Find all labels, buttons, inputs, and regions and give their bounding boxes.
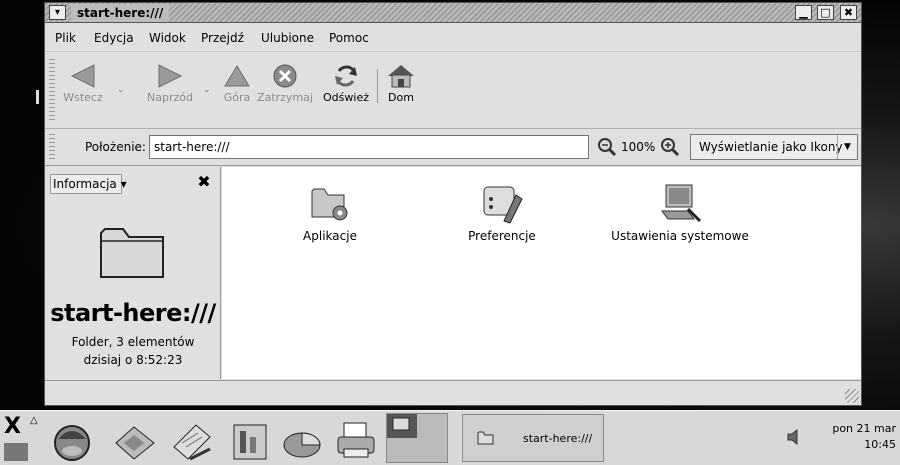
toolbar-separator — [377, 69, 378, 103]
view-mode-label: Wyświetlanie jako Ikony — [699, 140, 843, 154]
folder-icon — [100, 228, 164, 278]
window-menu-button[interactable]: ▾ — [49, 5, 66, 20]
file-item-label: Preferencje — [468, 229, 536, 243]
menu-go[interactable]: Przejdź — [201, 31, 244, 45]
close-button[interactable]: ✖ — [840, 5, 857, 20]
location-label: Położenie: — [85, 140, 146, 154]
x-logo-icon: X — [4, 414, 21, 439]
view-mode-select[interactable]: Wyświetlanie jako Ikony ▼ — [690, 134, 858, 160]
menu-bookmarks[interactable]: Ulubione — [261, 31, 314, 45]
text-editor-launcher-icon[interactable] — [170, 419, 216, 463]
panel-arrow-icon[interactable]: △ — [30, 415, 38, 426]
workspace-3[interactable] — [387, 438, 417, 462]
volume-icon[interactable] — [786, 429, 802, 445]
zoom-in-icon[interactable] — [660, 137, 680, 157]
clock-time: 10:45 — [864, 438, 896, 451]
folder-modified-date: dzisiaj o 8:52:23 — [83, 353, 183, 367]
side-pane: Informacja ▾ ✖ start-here:/// Folder, 3 … — [45, 167, 221, 379]
chevron-down-icon: ▼ — [837, 135, 857, 159]
file-item-label: Ustawienia systemowe — [611, 229, 749, 243]
home-button[interactable]: Dom — [383, 57, 419, 123]
applications-folder-icon — [311, 188, 348, 221]
zoom-level[interactable]: 100% — [621, 140, 655, 154]
reload-button[interactable]: Odśwież — [319, 57, 373, 123]
location-bar: Położenie: 100% Wyświetlanie jako Ikony … — [45, 130, 861, 166]
back-label: Wstecz — [63, 91, 103, 104]
reload-label: Odśwież — [323, 91, 369, 104]
icon-view[interactable]: Aplikacje Preferencje Ustawienia systemo… — [222, 167, 861, 379]
clock-date: pon 21 mar — [832, 422, 896, 435]
workspace-pager[interactable] — [386, 413, 448, 463]
reload-icon — [335, 65, 357, 87]
minimize-button[interactable]: ▁ — [795, 5, 812, 20]
bottom-panel: X △ start-here:/// pon 21 mar 10:45 — [0, 410, 900, 465]
up-button[interactable]: Góra — [215, 57, 259, 123]
printer-launcher-icon[interactable] — [334, 419, 380, 463]
up-arrow-icon — [224, 65, 250, 87]
workspace-1[interactable] — [387, 414, 417, 438]
up-label: Góra — [223, 91, 251, 104]
status-bar — [45, 380, 861, 405]
file-item-system-settings[interactable]: Ustawienia systemowe — [600, 181, 760, 243]
forward-label: Naprzód — [147, 91, 193, 104]
stop-button[interactable]: Zatrzymaj — [255, 57, 315, 123]
menu-file[interactable]: Plik — [55, 31, 76, 45]
file-item-applications[interactable]: Aplikacje — [250, 181, 410, 243]
zoom-out-icon[interactable] — [597, 137, 617, 157]
menu-help[interactable]: Pomoc — [329, 31, 369, 45]
side-pane-selector-label: Informacja ▾ — [53, 177, 127, 191]
home-label: Dom — [388, 91, 414, 104]
side-pane-close-icon[interactable]: ✖ — [195, 173, 213, 191]
presentation-launcher-icon[interactable] — [280, 419, 326, 463]
workspace-2[interactable] — [417, 414, 447, 438]
folder-item-count: Folder, 3 elementów — [71, 335, 195, 349]
system-settings-icon — [661, 184, 702, 223]
maximize-button[interactable]: □ — [817, 5, 834, 20]
resize-grip[interactable] — [845, 389, 859, 403]
file-item-label: Aplikacje — [303, 229, 357, 243]
spreadsheet-launcher-icon[interactable] — [228, 419, 274, 463]
forward-history-dropdown-icon[interactable]: ⌄ — [203, 85, 211, 95]
back-button[interactable]: Wstecz — [61, 57, 105, 123]
workspace-4[interactable] — [417, 438, 447, 462]
browser-launcher-icon[interactable] — [50, 419, 96, 463]
workspace-window-icon — [392, 417, 410, 431]
menu-view[interactable]: Widok — [149, 31, 186, 45]
menu-bar: Plik Edycja Widok Przejdź Ulubione Pomoc — [45, 24, 861, 52]
stop-label: Zatrzymaj — [257, 91, 313, 104]
stop-icon — [273, 64, 297, 88]
location-title: start-here:/// — [50, 299, 216, 327]
main-menu-square — [4, 443, 28, 461]
taskbar-window-label: start-here:/// — [523, 432, 593, 445]
folder-icon — [477, 431, 494, 445]
taskbar-window-button[interactable]: start-here:/// — [462, 414, 604, 462]
back-history-dropdown-icon[interactable]: ⌄ — [117, 85, 125, 95]
file-item-preferences[interactable]: Preferencje — [422, 181, 582, 243]
window-title: start-here:/// — [71, 4, 170, 22]
home-icon — [388, 65, 414, 88]
title-bar[interactable]: ▾ start-here:/// ▁ □ ✖ — [45, 3, 861, 23]
home-folder-launcher-icon[interactable] — [112, 419, 158, 463]
clock[interactable]: pon 21 mar 10:45 — [826, 421, 896, 453]
toolbar-grip[interactable] — [49, 59, 55, 121]
preferences-icon — [483, 186, 523, 224]
side-pane-selector[interactable]: Informacja ▾ — [50, 174, 127, 194]
back-arrow-icon — [70, 64, 95, 88]
location-input[interactable] — [149, 135, 589, 159]
main-menu-button[interactable]: X — [4, 413, 28, 463]
toolbar: Wstecz ⌄ Naprzód ⌄ Góra Zatrzymaj Odświe… — [45, 53, 861, 129]
forward-arrow-icon — [158, 64, 183, 88]
location-grip[interactable] — [49, 134, 55, 162]
desktop-mark — [36, 90, 39, 104]
file-manager-window: ▾ start-here:/// ▁ □ ✖ Plik Edycja Widok… — [44, 2, 862, 406]
forward-button[interactable]: Naprzód — [137, 57, 203, 123]
menu-edit[interactable]: Edycja — [94, 31, 134, 45]
